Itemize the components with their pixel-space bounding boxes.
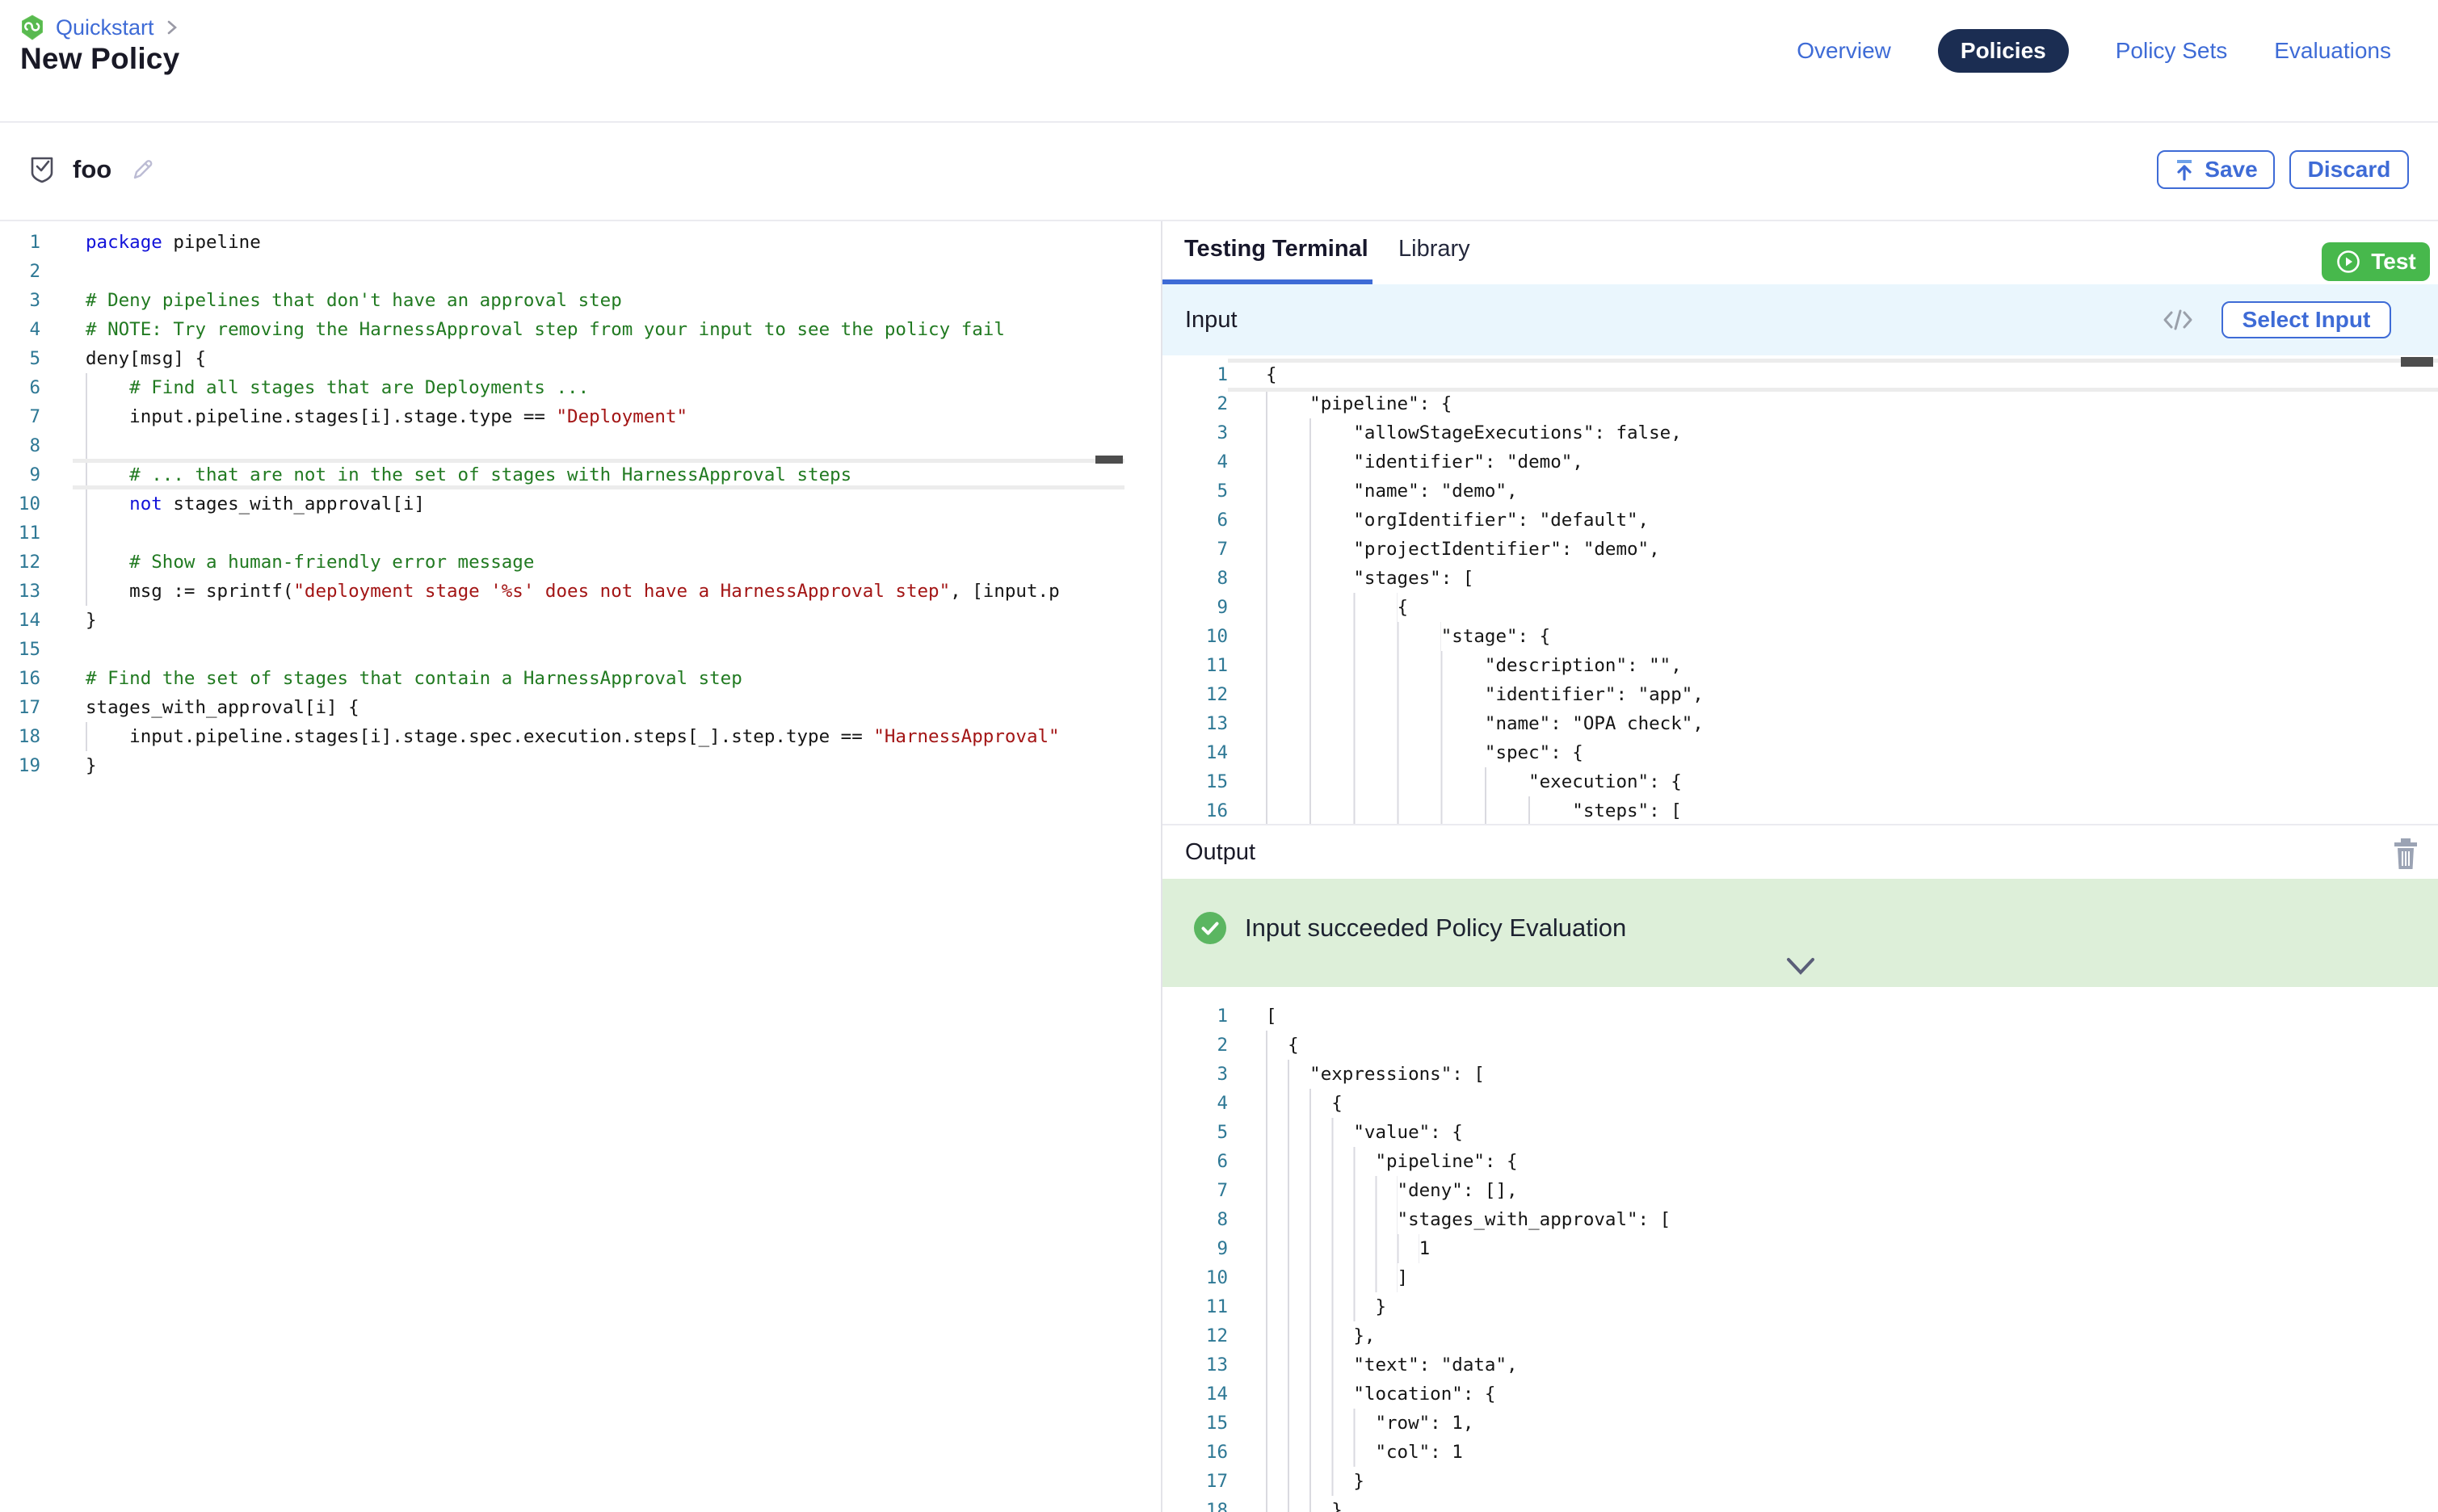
top-nav: Overview Policies Policy Sets Evaluation… [1797,29,2391,73]
page-title: New Policy [20,42,179,76]
tab-policy-sets[interactable]: Policy Sets [2116,38,2228,64]
header-divider [0,121,2438,123]
trash-icon[interactable] [2391,837,2420,871]
select-input-label: Select Input [2243,307,2371,333]
input-json-editor[interactable]: 12345678910111213141516 {"pipeline": {"a… [1162,355,2438,824]
output-line-numbers: 123456789101112131415161718 [1162,1002,1228,1512]
tab-testing-terminal[interactable]: Testing Terminal [1184,236,1368,262]
output-section-header: Output [1162,824,2438,879]
breadcrumb: Quickstart [20,15,179,40]
output-section-title: Output [1185,839,1255,866]
discard-button[interactable]: Discard [2289,150,2409,189]
tab-evaluations[interactable]: Evaluations [2274,38,2391,64]
play-icon [2335,249,2361,275]
output-code: [{"expressions": [{"value": {"pipeline":… [1228,1002,1671,1512]
scrollbar-thumb[interactable] [1095,456,1123,464]
save-button[interactable]: Save [2157,150,2275,189]
shield-check-icon [29,155,55,184]
tab-overview[interactable]: Overview [1797,38,1891,64]
policy-code: package pipeline# Deny pipelines that do… [40,228,1060,796]
breadcrumb-chevron-icon [166,18,179,37]
current-line-top-border [1228,359,2438,363]
output-json-editor[interactable]: 123456789101112131415161718 [{"expressio… [1162,987,2438,1512]
input-code: {"pipeline": {"allowStageExecutions": fa… [1228,360,1704,824]
discard-button-label: Discard [2308,157,2391,183]
tab-library[interactable]: Library [1398,236,1470,262]
code-brackets-icon[interactable] [2162,305,2194,334]
input-section-header: Input Select Input [1162,284,2438,355]
test-button[interactable]: Test [2322,242,2430,281]
tab-policies[interactable]: Policies [1938,29,2069,73]
evaluation-result-message: Input succeeded Policy Evaluation [1245,914,1626,943]
select-input-button[interactable]: Select Input [2222,301,2391,338]
edit-pencil-icon[interactable] [129,156,157,183]
breadcrumb-project-link[interactable]: Quickstart [56,15,154,40]
current-line-bottom-border [73,485,1124,489]
policy-code-editor[interactable]: 12345678910111213141516171819 package pi… [0,221,1126,796]
success-check-icon [1193,911,1227,945]
harness-logo-icon [20,15,44,40]
evaluation-result-banner: Input succeeded Policy Evaluation [1162,879,2438,987]
current-line-top-border [73,459,1124,463]
save-button-label: Save [2205,157,2257,183]
test-button-label: Test [2371,249,2416,275]
input-section-title: Input [1185,307,1238,334]
terminal-tabs: Testing Terminal Library Test [1162,221,2438,284]
upload-icon [2174,158,2195,181]
testing-panel: Testing Terminal Library Test Input Sele… [1162,221,2438,1512]
input-line-numbers: 12345678910111213141516 [1162,360,1228,824]
current-line-bottom-border [1228,388,2438,392]
chevron-down-icon[interactable] [1784,956,1818,977]
scrollbar-thumb[interactable] [2401,357,2433,367]
policy-editor-page: Quickstart New Policy Overview Policies … [0,0,2438,1512]
policy-name: foo [73,155,111,184]
policy-line-numbers: 12345678910111213141516171819 [0,228,40,796]
